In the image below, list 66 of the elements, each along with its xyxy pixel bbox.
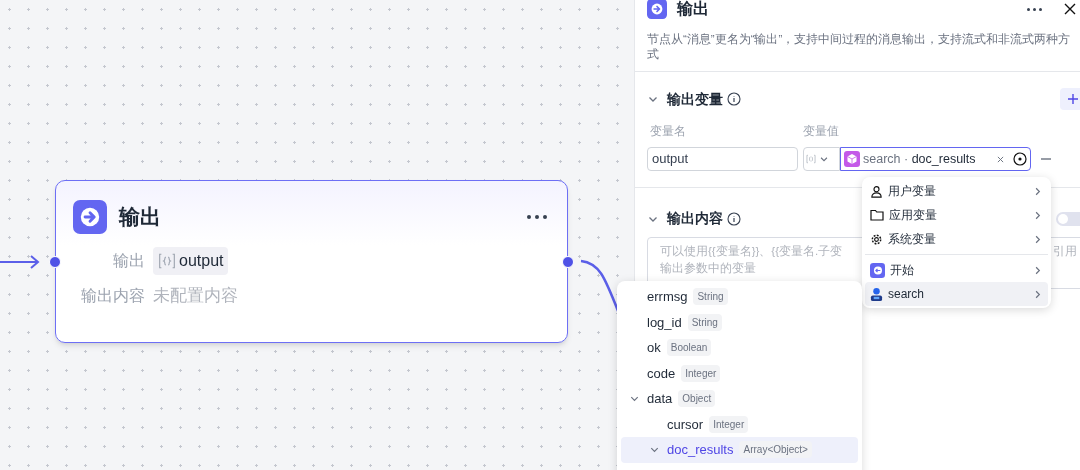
section-title: 输出内容: [667, 209, 723, 228]
value-path: search · doc_results: [863, 150, 976, 168]
tree-item[interactable]: data Object: [621, 386, 858, 412]
tree-item[interactable]: cursor Integer: [621, 411, 858, 437]
type-tag: Array<Object>: [739, 441, 812, 459]
more-icon[interactable]: [527, 215, 547, 219]
column-header: 变量名: [649, 123, 687, 140]
input-port[interactable]: [49, 256, 61, 268]
placeholder-text: 引用: [1053, 244, 1077, 259]
value-field[interactable]: search · doc_results: [840, 147, 1031, 171]
chevron-down-icon[interactable]: [819, 154, 829, 164]
node-description: 节点从“消息”更名为“输出”，支持中间过程的消息输出，支持流式和非流式两种方式: [646, 32, 1072, 62]
placeholder-text: 输出参数中的变量: [660, 262, 756, 274]
menu-item[interactable]: 开始: [865, 258, 1048, 282]
menu-item[interactable]: 用户变量: [865, 179, 1048, 203]
type-tag: String: [693, 288, 728, 306]
target-icon[interactable]: [1013, 152, 1027, 166]
section-title: 输出变量: [667, 89, 723, 109]
name-field[interactable]: output: [647, 147, 798, 171]
person-icon: [870, 184, 883, 198]
field-name: code: [647, 364, 676, 383]
column-header: 变量值: [803, 123, 839, 140]
robot-icon: [870, 286, 883, 302]
field-name: ok: [647, 339, 661, 357]
empty-value: 未配置内容: [153, 285, 238, 307]
braces-icon: [158, 253, 176, 269]
close-icon[interactable]: [1064, 3, 1076, 15]
field-name: cursor: [667, 415, 704, 434]
info-icon: [727, 211, 741, 226]
cube-icon: [844, 151, 860, 167]
panel-title: 输出: [677, 0, 709, 19]
streaming-toggle[interactable]: [1056, 211, 1080, 226]
tree-item[interactable]: doc_results Array<Object>: [621, 437, 858, 463]
tree-item[interactable]: errmsg String: [621, 284, 858, 310]
braces-icon: [806, 154, 816, 164]
field-label: 输出: [112, 251, 145, 271]
tree-item[interactable]: ok Boolean: [621, 335, 858, 361]
field-name: doc_results: [667, 441, 734, 459]
type-tag: Integer: [709, 415, 749, 433]
clear-icon[interactable]: [997, 155, 1004, 163]
field-name: data: [647, 390, 673, 408]
connector-arrow: [0, 254, 42, 270]
type-tag: String: [687, 313, 722, 331]
field-name: errmsg: [647, 288, 688, 306]
type-tag: Integer: [681, 364, 721, 382]
type-tag: Object: [678, 390, 716, 408]
output-icon: [73, 200, 107, 234]
menu-item[interactable]: search: [865, 282, 1048, 306]
folder-icon: [870, 209, 884, 221]
menu-item[interactable]: 系统变量: [865, 227, 1048, 251]
node-title: 输出: [119, 204, 161, 231]
menu-item[interactable]: 应用变量: [865, 203, 1048, 227]
tree-item[interactable]: log_id String: [621, 309, 858, 335]
info-icon: [727, 92, 741, 106]
placeholder-text: 可以使用{{变量名}}、{{变量名.子变: [660, 244, 843, 259]
type-tag: Boolean: [666, 339, 712, 357]
more-icon[interactable]: [1027, 7, 1042, 11]
tree-item[interactable]: code Integer: [621, 360, 858, 386]
node-card[interactable]: 输出 输出 output 输出内容 未配置内容: [55, 180, 568, 343]
start-icon: [870, 262, 885, 278]
field-label: 输出内容: [80, 285, 145, 306]
field-name: log_id: [647, 313, 682, 332]
settings-icon: [870, 232, 883, 246]
add-button[interactable]: [1060, 88, 1080, 110]
variable-chip: output: [153, 247, 229, 275]
plus-icon: [1068, 94, 1078, 104]
